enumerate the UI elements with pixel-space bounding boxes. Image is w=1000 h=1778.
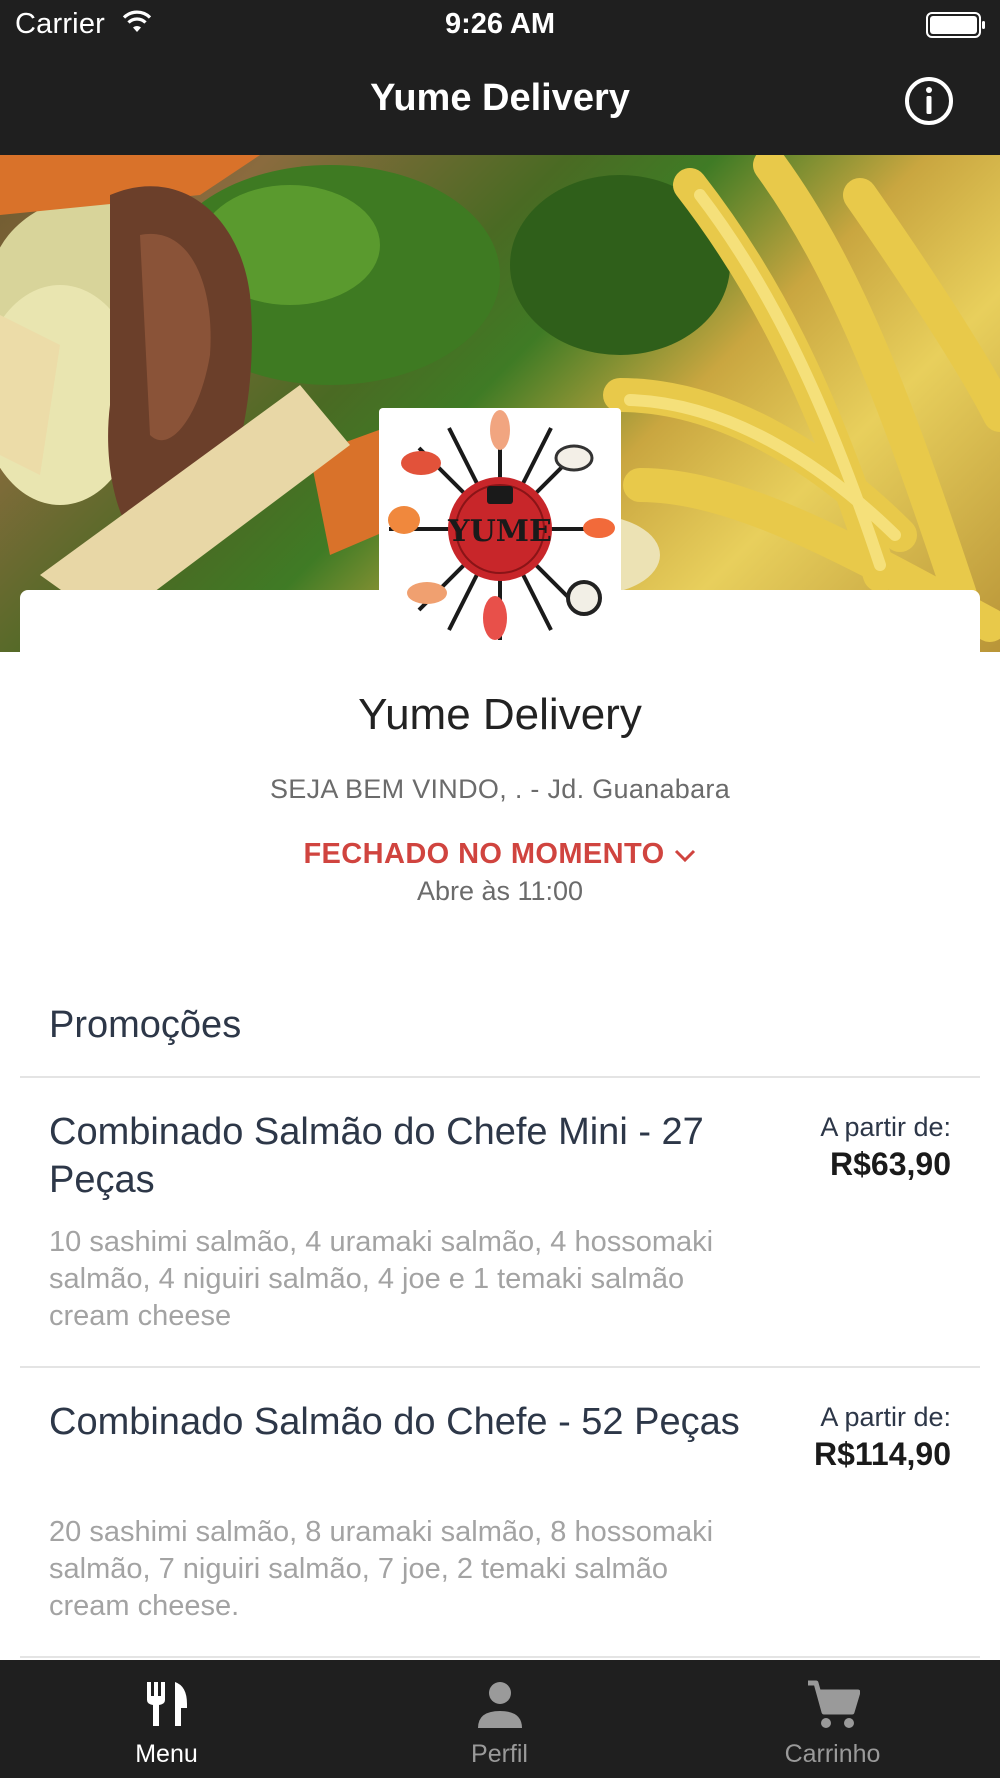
store-status-toggle[interactable]: FECHADO NO MOMENTO [0,838,1000,872]
store-greeting: SEJA BEM VINDO, . - Jd. Guanabara [269,774,731,804]
menu-item[interactable]: Combinado Salmão do Chefe Mini - 27 Peça… [0,1078,1000,1366]
tab-label: Menu [135,1740,198,1768]
fork-knife-icon [145,1680,189,1735]
item-price-prefix: A partir de: [820,1112,951,1142]
item-name: Combinado Salmão do Chefe Mini - 27 Peça… [49,1111,704,1201]
item-price-prefix: A partir de: [820,1402,951,1432]
item-price: R$114,90 [813,1436,951,1472]
store-opening-time: Abre às 11:00 [416,876,584,906]
tab-cart[interactable]: Carrinho [666,1660,1000,1778]
navigation-bar: Yume Delivery [0,50,1000,155]
tab-label: Perfil [471,1740,528,1768]
status-bar: Carrier 9:26 AM [0,0,1000,50]
item-description: 10 sashimi salmão, 4 uramaki salmão, 4 h… [49,1226,714,1332]
battery-icon [926,12,986,38]
item-description: 20 sashimi salmão, 8 uramaki salmão, 8 h… [49,1516,714,1622]
menu-item[interactable]: Combinado Salmão do Chefe - 52 Peças 20 … [0,1368,1000,1656]
item-price: R$63,90 [830,1146,951,1182]
section-title: Promoções [49,1004,242,1046]
info-icon [905,77,953,125]
item-name: Combinado Salmão do Chefe - 52 Peças [49,1401,740,1443]
chevron-down-icon [673,839,697,872]
divider [20,1656,980,1658]
tab-menu[interactable]: Menu [0,1660,333,1778]
store-status-label: FECHADO NO MOMENTO [303,838,665,870]
svg-text:YUME: YUME [447,514,552,549]
tab-profile[interactable]: Perfil [333,1660,666,1778]
app-screen: Carrier 9:26 AM Yume Delivery YUME Yume … [0,0,1000,1778]
tab-label: Carrinho [784,1740,881,1768]
yume-logo-icon: YUME [388,410,615,640]
info-button[interactable] [904,76,954,126]
person-icon [475,1680,525,1735]
cart-icon [806,1680,861,1735]
tab-bar: Menu Perfil Carrinho [0,1660,1000,1778]
store-name: Yume Delivery [358,690,642,739]
store-logo: YUME [379,408,621,650]
nav-title: Yume Delivery [370,77,630,119]
clock: 9:26 AM [444,8,556,40]
